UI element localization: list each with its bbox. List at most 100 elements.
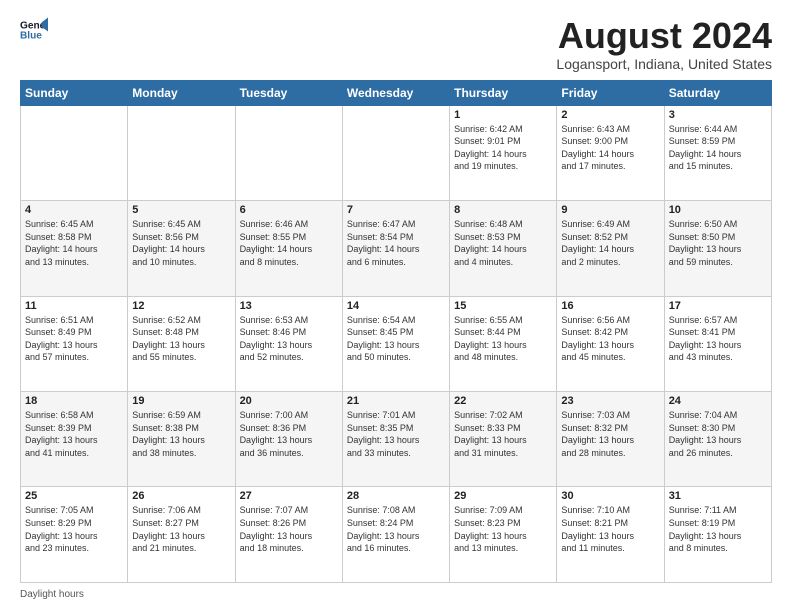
calendar-cell: 8 Sunrise: 6:48 AM Sunset: 8:53 PM Daylig…	[450, 201, 557, 296]
calendar-cell: 28Sunrise: 7:08 AM Sunset: 8:24 PM Dayli…	[342, 487, 449, 583]
calendar-cell	[342, 105, 449, 200]
calendar-week-5: 25 Sunrise: 7:05 AM Sunset: 8:29 PM Dayli…	[21, 487, 772, 583]
day-info: Sunrise: 6:48 AM Sunset: 8:53 PM Dayligh…	[454, 218, 552, 268]
day-info: Sunrise: 7:06 AM Sunset: 8:27 PM Dayligh…	[132, 504, 230, 554]
calendar-cell: 1 Sunrise: 6:42 AM Sunset: 9:01 PM Daylig…	[450, 105, 557, 200]
day-info: Sunrise: 6:47 AM Sunset: 8:54 PM Dayligh…	[347, 218, 445, 268]
calendar-cell: 9 Sunrise: 6:49 AM Sunset: 8:52 PM Daylig…	[557, 201, 664, 296]
calendar-cell: 11 Sunrise: 6:51 AM Sunset: 8:49 PM Dayli…	[21, 296, 128, 391]
day-number: 25	[25, 490, 123, 502]
calendar-cell: 19 Sunrise: 6:59 AM Sunset: 8:38 PM Dayli…	[128, 392, 235, 487]
col-header-tuesday: Tuesday	[235, 80, 342, 105]
day-info: Sunrise: 7:07 AM Sunset: 8:26 PM Dayligh…	[240, 504, 338, 554]
day-number: 15	[454, 300, 552, 312]
calendar-cell: 18 Sunrise: 6:58 AM Sunset: 8:39 PM Dayli…	[21, 392, 128, 487]
day-info: Sunrise: 6:53 AM Sunset: 8:46 PM Dayligh…	[240, 314, 338, 364]
day-number: 17	[669, 300, 767, 312]
day-number: 14	[347, 300, 445, 312]
day-info: Sunrise: 6:51 AM Sunset: 8:49 PM Dayligh…	[25, 314, 123, 364]
calendar-cell: 23Sunrise: 7:03 AM Sunset: 8:32 PM Dayli…	[557, 392, 664, 487]
day-number: 7	[347, 204, 445, 216]
calendar-cell: 7 Sunrise: 6:47 AM Sunset: 8:54 PM Daylig…	[342, 201, 449, 296]
calendar-cell: 12Sunrise: 6:52 AM Sunset: 8:48 PM Dayli…	[128, 296, 235, 391]
calendar-cell: 3 Sunrise: 6:44 AM Sunset: 8:59 PM Daylig…	[664, 105, 771, 200]
day-number: 12	[132, 300, 230, 312]
col-header-monday: Monday	[128, 80, 235, 105]
day-number: 4	[25, 204, 123, 216]
day-number: 27	[240, 490, 338, 502]
day-info: Sunrise: 7:08 AM Sunset: 8:24 PM Dayligh…	[347, 504, 445, 554]
calendar-cell: 10 Sunrise: 6:50 AM Sunset: 8:50 PM Dayli…	[664, 201, 771, 296]
day-number: 8	[454, 204, 552, 216]
col-header-thursday: Thursday	[450, 80, 557, 105]
day-info: Sunrise: 6:55 AM Sunset: 8:44 PM Dayligh…	[454, 314, 552, 364]
day-info: Sunrise: 6:42 AM Sunset: 9:01 PM Dayligh…	[454, 123, 552, 173]
day-number: 3	[669, 109, 767, 121]
day-info: Sunrise: 7:01 AM Sunset: 8:35 PM Dayligh…	[347, 409, 445, 459]
col-header-saturday: Saturday	[664, 80, 771, 105]
calendar-header-row: SundayMondayTuesdayWednesdayThursdayFrid…	[21, 80, 772, 105]
calendar-table: SundayMondayTuesdayWednesdayThursdayFrid…	[20, 80, 772, 583]
day-info: Sunrise: 6:58 AM Sunset: 8:39 PM Dayligh…	[25, 409, 123, 459]
day-info: Sunrise: 6:43 AM Sunset: 9:00 PM Dayligh…	[561, 123, 659, 173]
day-number: 16	[561, 300, 659, 312]
day-number: 20	[240, 395, 338, 407]
calendar-cell: 6Sunrise: 6:46 AM Sunset: 8:55 PM Daylig…	[235, 201, 342, 296]
calendar-cell: 22Sunrise: 7:02 AM Sunset: 8:33 PM Dayli…	[450, 392, 557, 487]
col-header-wednesday: Wednesday	[342, 80, 449, 105]
page-subtitle: Logansport, Indiana, United States	[556, 56, 772, 72]
day-number: 9	[561, 204, 659, 216]
day-info: Sunrise: 7:10 AM Sunset: 8:21 PM Dayligh…	[561, 504, 659, 554]
calendar-cell: 26 Sunrise: 7:06 AM Sunset: 8:27 PM Dayli…	[128, 487, 235, 583]
svg-text:Blue: Blue	[20, 31, 42, 42]
day-info: Sunrise: 7:09 AM Sunset: 8:23 PM Dayligh…	[454, 504, 552, 554]
calendar-cell: 4 Sunrise: 6:45 AM Sunset: 8:58 PM Daylig…	[21, 201, 128, 296]
calendar-cell: 2 Sunrise: 6:43 AM Sunset: 9:00 PM Daylig…	[557, 105, 664, 200]
day-number: 11	[25, 300, 123, 312]
day-info: Sunrise: 6:56 AM Sunset: 8:42 PM Dayligh…	[561, 314, 659, 364]
calendar-cell	[128, 105, 235, 200]
day-info: Sunrise: 6:44 AM Sunset: 8:59 PM Dayligh…	[669, 123, 767, 173]
calendar-week-2: 4 Sunrise: 6:45 AM Sunset: 8:58 PM Daylig…	[21, 201, 772, 296]
day-number: 24	[669, 395, 767, 407]
calendar-cell: 21 Sunrise: 7:01 AM Sunset: 8:35 PM Dayli…	[342, 392, 449, 487]
day-info: Sunrise: 7:02 AM Sunset: 8:33 PM Dayligh…	[454, 409, 552, 459]
footer-text: Daylight hours	[20, 589, 84, 600]
day-number: 29	[454, 490, 552, 502]
day-info: Sunrise: 6:46 AM Sunset: 8:55 PM Dayligh…	[240, 218, 338, 268]
calendar-week-3: 11 Sunrise: 6:51 AM Sunset: 8:49 PM Dayli…	[21, 296, 772, 391]
day-number: 5	[132, 204, 230, 216]
day-number: 19	[132, 395, 230, 407]
day-number: 1	[454, 109, 552, 121]
logo: General Blue	[20, 16, 48, 44]
day-info: Sunrise: 6:45 AM Sunset: 8:58 PM Dayligh…	[25, 218, 123, 268]
day-number: 13	[240, 300, 338, 312]
day-info: Sunrise: 6:54 AM Sunset: 8:45 PM Dayligh…	[347, 314, 445, 364]
day-info: Sunrise: 6:59 AM Sunset: 8:38 PM Dayligh…	[132, 409, 230, 459]
calendar-week-4: 18 Sunrise: 6:58 AM Sunset: 8:39 PM Dayli…	[21, 392, 772, 487]
day-number: 10	[669, 204, 767, 216]
day-number: 30	[561, 490, 659, 502]
day-number: 18	[25, 395, 123, 407]
calendar-cell: 30 Sunrise: 7:10 AM Sunset: 8:21 PM Dayli…	[557, 487, 664, 583]
calendar-cell: 17Sunrise: 6:57 AM Sunset: 8:41 PM Dayli…	[664, 296, 771, 391]
calendar-cell: 20 Sunrise: 7:00 AM Sunset: 8:36 PM Dayli…	[235, 392, 342, 487]
day-number: 2	[561, 109, 659, 121]
day-info: Sunrise: 7:05 AM Sunset: 8:29 PM Dayligh…	[25, 504, 123, 554]
day-info: Sunrise: 6:45 AM Sunset: 8:56 PM Dayligh…	[132, 218, 230, 268]
calendar-cell: 31 Sunrise: 7:11 AM Sunset: 8:19 PM Dayli…	[664, 487, 771, 583]
day-info: Sunrise: 7:03 AM Sunset: 8:32 PM Dayligh…	[561, 409, 659, 459]
day-number: 26	[132, 490, 230, 502]
calendar-cell: 24 Sunrise: 7:04 AM Sunset: 8:30 PM Dayli…	[664, 392, 771, 487]
day-info: Sunrise: 7:04 AM Sunset: 8:30 PM Dayligh…	[669, 409, 767, 459]
day-info: Sunrise: 7:11 AM Sunset: 8:19 PM Dayligh…	[669, 504, 767, 554]
day-number: 21	[347, 395, 445, 407]
day-info: Sunrise: 6:49 AM Sunset: 8:52 PM Dayligh…	[561, 218, 659, 268]
calendar-cell: 15 Sunrise: 6:55 AM Sunset: 8:44 PM Dayli…	[450, 296, 557, 391]
page-title: August 2024	[556, 16, 772, 56]
day-info: Sunrise: 6:50 AM Sunset: 8:50 PM Dayligh…	[669, 218, 767, 268]
calendar-cell: 5 Sunrise: 6:45 AM Sunset: 8:56 PM Daylig…	[128, 201, 235, 296]
day-info: Sunrise: 7:00 AM Sunset: 8:36 PM Dayligh…	[240, 409, 338, 459]
day-number: 31	[669, 490, 767, 502]
calendar-cell: 13 Sunrise: 6:53 AM Sunset: 8:46 PM Dayli…	[235, 296, 342, 391]
